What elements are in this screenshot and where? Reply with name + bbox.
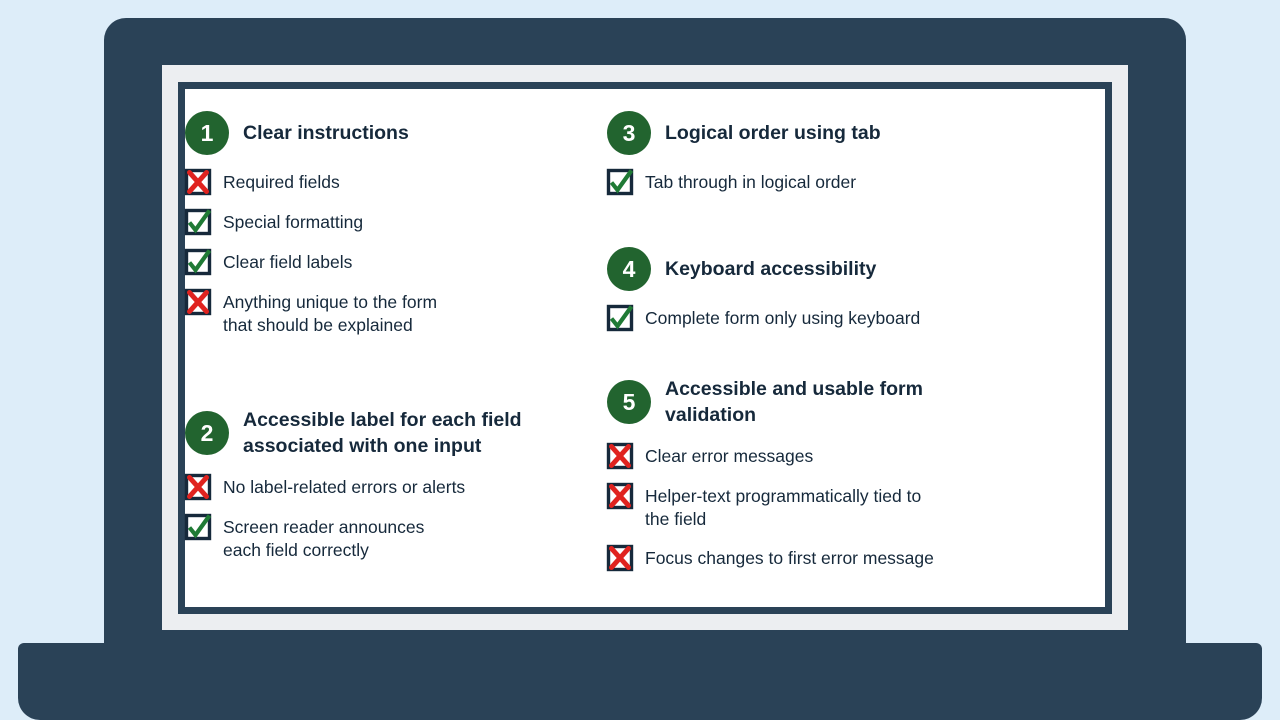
checklist-item[interactable]: Anything unique to the form that should … [184, 288, 438, 338]
checklist-item[interactable]: Required fields [184, 168, 437, 196]
checklist-item-label: Anything unique to the form that should … [223, 292, 438, 336]
section-number-badge: 2 [185, 411, 229, 456]
slide-content: 1 Clear instructions Required fields Specia… [184, 89, 1105, 607]
checklist-item-label: Required fields [223, 172, 340, 192]
section-header: 2 Accessible label for each field associa… [185, 407, 522, 460]
checklist-item[interactable]: Tab through in logical order [606, 168, 881, 196]
checklist-item-label: Clear error messages [645, 445, 814, 466]
checklist-item[interactable]: No label-related errors or alerts [184, 473, 522, 500]
checklist: No label-related errors or alerts Screen … [184, 473, 522, 563]
checkbox-checked-icon[interactable] [606, 168, 634, 196]
checkbox-checked-icon[interactable] [184, 248, 212, 276]
checklist-item[interactable]: Focus changes to first error message [606, 544, 934, 572]
checklist: Clear error messages Helper-text programm… [606, 442, 934, 572]
checklist: Required fields Special formatting Clear f… [184, 168, 438, 338]
checklist-item[interactable]: Helper-text programmatically tied to the… [606, 482, 934, 532]
checkbox-crossed-icon[interactable] [606, 544, 634, 572]
checklist-item-label: Focus changes to first error message [645, 548, 934, 569]
checkbox-crossed-icon[interactable] [184, 288, 212, 316]
checklist-item-label: No label-related errors or alerts [223, 476, 466, 497]
section-number-badge: 1 [185, 111, 229, 155]
section-number-badge: 3 [607, 111, 651, 155]
checklist-item-label: Special formatting [223, 212, 364, 232]
section-title: Logical order using tab [665, 122, 881, 144]
checkbox-checked-icon[interactable] [184, 208, 212, 236]
checklist-item[interactable]: Clear error messages [606, 442, 934, 469]
checklist-item-label: Tab through in logical order [645, 172, 857, 192]
section-5: 5 Accessible and usable form validation Cl… [606, 376, 934, 585]
checklist-item-label: Helper-text programmatically tied to the… [645, 485, 922, 529]
checklist-item[interactable]: Clear field labels [184, 248, 437, 276]
section-title: Clear instructions [243, 122, 409, 144]
section-3: 3 Logical order using tab Tab through in l… [606, 111, 881, 209]
section-1: 1 Clear instructions Required fields Specia… [184, 111, 438, 352]
checklist-item-label: Complete form only using keyboard [645, 308, 921, 328]
section-title: Accessible and usable form validation [665, 378, 923, 427]
section-header: 4 Keyboard accessibility [607, 247, 920, 291]
checkbox-crossed-icon[interactable] [606, 442, 634, 469]
section-header: 1 Clear instructions [185, 111, 437, 155]
section-header: 3 Logical order using tab [607, 111, 881, 155]
checklist-item[interactable]: Complete form only using keyboard [606, 304, 921, 332]
section-2: 2 Accessible label for each field associa… [184, 407, 522, 576]
checklist-item[interactable]: Special formatting [184, 208, 437, 236]
section-number-badge: 5 [607, 380, 651, 425]
checkbox-crossed-icon[interactable] [184, 168, 212, 196]
checklist-item-label: Screen reader announces each field corre… [223, 516, 425, 560]
checklist-item[interactable]: Screen reader announces each field corre… [184, 513, 522, 563]
section-title: Accessible label for each field associat… [243, 409, 522, 458]
checkbox-crossed-icon[interactable] [184, 473, 212, 500]
checklist: Complete form only using keyboard [606, 304, 921, 332]
section-title: Keyboard accessibility [665, 258, 877, 280]
slide-column-left: 1 Clear instructions Required fields Specia… [184, 89, 607, 607]
checklist: Tab through in logical order [606, 168, 881, 196]
section-number-badge: 4 [607, 247, 651, 291]
checklist-item-label: Clear field labels [223, 252, 353, 272]
section-header: 5 Accessible and usable form validation [607, 376, 934, 429]
checkbox-checked-icon[interactable] [606, 304, 634, 332]
checkbox-checked-icon[interactable] [184, 513, 212, 540]
checkbox-crossed-icon[interactable] [606, 482, 634, 509]
laptop-base [18, 643, 1262, 720]
section-4: 4 Keyboard accessibility Complete form onl… [606, 247, 921, 345]
slide-column-right: 3 Logical order using tab Tab through in l… [606, 89, 1105, 607]
